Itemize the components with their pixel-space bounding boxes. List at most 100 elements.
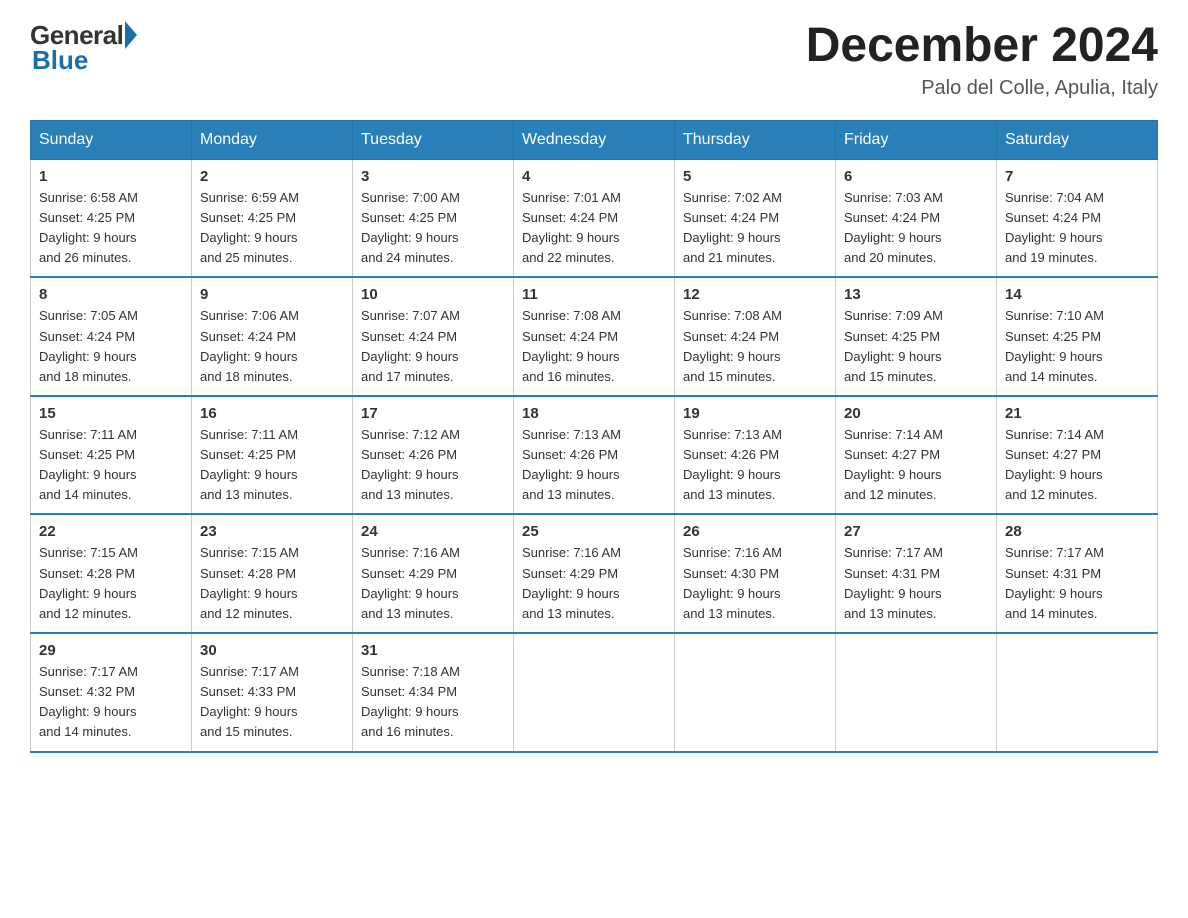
calendar-cell: 3 Sunrise: 7:00 AMSunset: 4:25 PMDayligh… (353, 159, 514, 277)
calendar-cell: 9 Sunrise: 7:06 AMSunset: 4:24 PMDayligh… (192, 277, 353, 396)
day-info: Sunrise: 7:09 AMSunset: 4:25 PMDaylight:… (844, 308, 943, 383)
day-number: 4 (522, 168, 666, 185)
calendar-cell (836, 633, 997, 752)
calendar-cell: 5 Sunrise: 7:02 AMSunset: 4:24 PMDayligh… (675, 159, 836, 277)
calendar-cell: 16 Sunrise: 7:11 AMSunset: 4:25 PMDaylig… (192, 396, 353, 515)
logo-arrow-icon (125, 21, 137, 49)
day-number: 2 (200, 168, 344, 185)
day-number: 31 (361, 642, 505, 659)
calendar-week-1: 1 Sunrise: 6:58 AMSunset: 4:25 PMDayligh… (31, 159, 1158, 277)
day-number: 18 (522, 405, 666, 422)
day-info: Sunrise: 7:16 AMSunset: 4:29 PMDaylight:… (361, 545, 460, 620)
day-info: Sunrise: 7:15 AMSunset: 4:28 PMDaylight:… (39, 545, 138, 620)
day-info: Sunrise: 7:06 AMSunset: 4:24 PMDaylight:… (200, 308, 299, 383)
day-number: 10 (361, 286, 505, 303)
day-info: Sunrise: 7:08 AMSunset: 4:24 PMDaylight:… (683, 308, 782, 383)
calendar-cell: 14 Sunrise: 7:10 AMSunset: 4:25 PMDaylig… (997, 277, 1158, 396)
day-info: Sunrise: 7:00 AMSunset: 4:25 PMDaylight:… (361, 190, 460, 265)
day-number: 24 (361, 523, 505, 540)
logo-blue-text: Blue (32, 45, 88, 76)
header-monday: Monday (192, 120, 353, 159)
day-number: 25 (522, 523, 666, 540)
day-number: 29 (39, 642, 183, 659)
day-number: 22 (39, 523, 183, 540)
day-number: 28 (1005, 523, 1149, 540)
calendar-cell: 28 Sunrise: 7:17 AMSunset: 4:31 PMDaylig… (997, 514, 1158, 633)
day-number: 15 (39, 405, 183, 422)
calendar-cell: 19 Sunrise: 7:13 AMSunset: 4:26 PMDaylig… (675, 396, 836, 515)
day-info: Sunrise: 7:04 AMSunset: 4:24 PMDaylight:… (1005, 190, 1104, 265)
day-info: Sunrise: 7:16 AMSunset: 4:29 PMDaylight:… (522, 545, 621, 620)
day-number: 5 (683, 168, 827, 185)
day-info: Sunrise: 7:11 AMSunset: 4:25 PMDaylight:… (200, 427, 298, 502)
day-info: Sunrise: 7:12 AMSunset: 4:26 PMDaylight:… (361, 427, 460, 502)
day-number: 27 (844, 523, 988, 540)
day-number: 12 (683, 286, 827, 303)
calendar-cell: 2 Sunrise: 6:59 AMSunset: 4:25 PMDayligh… (192, 159, 353, 277)
day-info: Sunrise: 7:14 AMSunset: 4:27 PMDaylight:… (844, 427, 943, 502)
calendar-cell: 7 Sunrise: 7:04 AMSunset: 4:24 PMDayligh… (997, 159, 1158, 277)
calendar-cell (675, 633, 836, 752)
header-thursday: Thursday (675, 120, 836, 159)
day-number: 11 (522, 286, 666, 303)
header-sunday: Sunday (31, 120, 192, 159)
day-number: 6 (844, 168, 988, 185)
calendar-cell: 10 Sunrise: 7:07 AMSunset: 4:24 PMDaylig… (353, 277, 514, 396)
calendar-week-4: 22 Sunrise: 7:15 AMSunset: 4:28 PMDaylig… (31, 514, 1158, 633)
day-info: Sunrise: 7:08 AMSunset: 4:24 PMDaylight:… (522, 308, 621, 383)
calendar-cell: 12 Sunrise: 7:08 AMSunset: 4:24 PMDaylig… (675, 277, 836, 396)
location-subtitle: Palo del Colle, Apulia, Italy (806, 77, 1158, 100)
calendar-cell: 21 Sunrise: 7:14 AMSunset: 4:27 PMDaylig… (997, 396, 1158, 515)
day-number: 13 (844, 286, 988, 303)
day-number: 8 (39, 286, 183, 303)
calendar-cell: 17 Sunrise: 7:12 AMSunset: 4:26 PMDaylig… (353, 396, 514, 515)
day-number: 23 (200, 523, 344, 540)
day-number: 16 (200, 405, 344, 422)
header-friday: Friday (836, 120, 997, 159)
calendar-cell: 23 Sunrise: 7:15 AMSunset: 4:28 PMDaylig… (192, 514, 353, 633)
header-tuesday: Tuesday (353, 120, 514, 159)
calendar-cell: 25 Sunrise: 7:16 AMSunset: 4:29 PMDaylig… (514, 514, 675, 633)
calendar-week-3: 15 Sunrise: 7:11 AMSunset: 4:25 PMDaylig… (31, 396, 1158, 515)
calendar-cell: 30 Sunrise: 7:17 AMSunset: 4:33 PMDaylig… (192, 633, 353, 752)
day-number: 26 (683, 523, 827, 540)
day-info: Sunrise: 7:03 AMSunset: 4:24 PMDaylight:… (844, 190, 943, 265)
calendar-cell: 22 Sunrise: 7:15 AMSunset: 4:28 PMDaylig… (31, 514, 192, 633)
day-info: Sunrise: 7:02 AMSunset: 4:24 PMDaylight:… (683, 190, 782, 265)
day-number: 20 (844, 405, 988, 422)
header-saturday: Saturday (997, 120, 1158, 159)
page-header: General Blue December 2024 Palo del Coll… (30, 20, 1158, 100)
day-info: Sunrise: 7:18 AMSunset: 4:34 PMDaylight:… (361, 664, 460, 739)
day-number: 17 (361, 405, 505, 422)
day-info: Sunrise: 6:58 AMSunset: 4:25 PMDaylight:… (39, 190, 138, 265)
day-number: 21 (1005, 405, 1149, 422)
header-row: SundayMondayTuesdayWednesdayThursdayFrid… (31, 120, 1158, 159)
day-number: 19 (683, 405, 827, 422)
calendar-body: 1 Sunrise: 6:58 AMSunset: 4:25 PMDayligh… (31, 159, 1158, 751)
day-number: 30 (200, 642, 344, 659)
day-number: 7 (1005, 168, 1149, 185)
calendar-cell: 6 Sunrise: 7:03 AMSunset: 4:24 PMDayligh… (836, 159, 997, 277)
calendar-cell (514, 633, 675, 752)
day-number: 1 (39, 168, 183, 185)
day-info: Sunrise: 7:11 AMSunset: 4:25 PMDaylight:… (39, 427, 137, 502)
day-info: Sunrise: 7:17 AMSunset: 4:31 PMDaylight:… (844, 545, 943, 620)
calendar-cell (997, 633, 1158, 752)
calendar-cell: 4 Sunrise: 7:01 AMSunset: 4:24 PMDayligh… (514, 159, 675, 277)
calendar-cell: 20 Sunrise: 7:14 AMSunset: 4:27 PMDaylig… (836, 396, 997, 515)
calendar-cell: 15 Sunrise: 7:11 AMSunset: 4:25 PMDaylig… (31, 396, 192, 515)
calendar-header: SundayMondayTuesdayWednesdayThursdayFrid… (31, 120, 1158, 159)
calendar-cell: 24 Sunrise: 7:16 AMSunset: 4:29 PMDaylig… (353, 514, 514, 633)
day-info: Sunrise: 7:13 AMSunset: 4:26 PMDaylight:… (522, 427, 621, 502)
calendar-cell: 13 Sunrise: 7:09 AMSunset: 4:25 PMDaylig… (836, 277, 997, 396)
day-number: 3 (361, 168, 505, 185)
day-info: Sunrise: 7:13 AMSunset: 4:26 PMDaylight:… (683, 427, 782, 502)
day-number: 9 (200, 286, 344, 303)
calendar-cell: 8 Sunrise: 7:05 AMSunset: 4:24 PMDayligh… (31, 277, 192, 396)
logo: General Blue (30, 20, 137, 76)
header-wednesday: Wednesday (514, 120, 675, 159)
day-info: Sunrise: 7:05 AMSunset: 4:24 PMDaylight:… (39, 308, 138, 383)
calendar-cell: 18 Sunrise: 7:13 AMSunset: 4:26 PMDaylig… (514, 396, 675, 515)
day-info: Sunrise: 7:15 AMSunset: 4:28 PMDaylight:… (200, 545, 299, 620)
day-info: Sunrise: 6:59 AMSunset: 4:25 PMDaylight:… (200, 190, 299, 265)
